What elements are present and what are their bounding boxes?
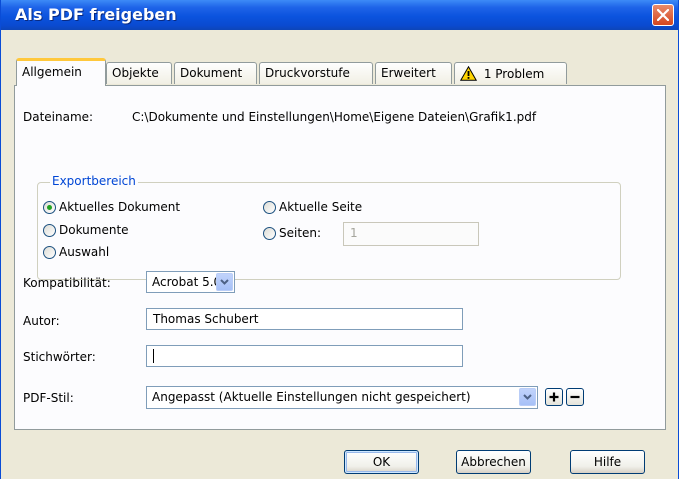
pdf-style-select[interactable]: Angepasst (Aktuelle Einstellungen nicht … — [146, 386, 538, 409]
help-button[interactable]: Hilfe — [570, 450, 645, 474]
tab-label: Druckvorstufe — [265, 66, 350, 80]
compat-value: Acrobat 5.0 — [152, 275, 222, 289]
export-range-group: Exportbereich Aktuelles Dokument Dokumen… — [37, 174, 621, 280]
radio-documents[interactable] — [43, 224, 56, 237]
tab-label: Dokument — [180, 66, 243, 80]
keywords-input[interactable] — [146, 345, 463, 367]
cancel-button[interactable]: Abbrechen — [456, 450, 531, 474]
compat-select[interactable]: Acrobat 5.0 — [146, 271, 235, 293]
author-label: Autor: — [23, 314, 60, 328]
tab-label: Objekte — [112, 66, 159, 80]
tab-erweitert[interactable]: Erweitert — [375, 62, 452, 84]
tab-druckvorstufe[interactable]: Druckvorstufe — [259, 62, 373, 84]
close-button[interactable] — [652, 4, 674, 26]
plus-icon — [549, 392, 559, 402]
ok-button[interactable]: OK — [344, 450, 419, 474]
dropdown-arrow[interactable] — [519, 388, 536, 406]
keywords-label: Stichwörter: — [23, 350, 96, 364]
tab-allgemein[interactable]: Allgemein — [16, 58, 106, 86]
group-legend: Exportbereich — [50, 174, 138, 188]
filename-label: Dateiname: — [23, 110, 94, 124]
chevron-down-icon — [523, 394, 532, 400]
pages-input[interactable]: 1 — [343, 222, 479, 246]
radio-current-document[interactable] — [43, 201, 56, 214]
dialog-window: Als PDF freigeben Allgemein Objekte Doku… — [0, 0, 679, 479]
add-style-button[interactable] — [545, 388, 563, 406]
radio-pages[interactable] — [263, 227, 276, 240]
radio-label-documents[interactable]: Dokumente — [59, 223, 129, 237]
radio-label-selection[interactable]: Auswahl — [59, 245, 109, 259]
tab-label: Erweitert — [381, 66, 436, 80]
title-bar[interactable]: Als PDF freigeben — [1, 0, 678, 30]
tab-problem[interactable]: 1 Problem — [454, 62, 567, 84]
radio-label-pages[interactable]: Seiten: — [279, 226, 321, 240]
pdf-style-value: Angepasst (Aktuelle Einstellungen nicht … — [152, 390, 471, 404]
remove-style-button[interactable] — [566, 388, 584, 406]
minus-icon — [570, 395, 580, 399]
tab-label: 1 Problem — [483, 67, 545, 81]
radio-label-current-document[interactable]: Aktuelles Dokument — [59, 200, 180, 214]
style-label: PDF-Stil: — [23, 391, 74, 405]
warning-icon — [459, 65, 478, 81]
dropdown-arrow[interactable] — [216, 273, 233, 291]
filename-value: C:\Dokumente und Einstellungen\Home\Eige… — [132, 110, 537, 124]
chevron-down-icon — [220, 279, 229, 285]
author-input[interactable]: Thomas Schubert — [146, 308, 463, 330]
radio-selection[interactable] — [43, 246, 56, 259]
close-icon — [657, 9, 669, 21]
radio-label-current-page[interactable]: Aktuelle Seite — [279, 200, 362, 214]
tab-label: Allgemein — [22, 65, 82, 79]
tab-dokument[interactable]: Dokument — [174, 62, 257, 84]
radio-current-page[interactable] — [263, 201, 276, 214]
compat-label: Kompatibilität: — [23, 276, 111, 290]
tab-panel-allgemein: Dateiname: C:\Dokumente und Einstellunge… — [14, 85, 666, 430]
tab-objekte[interactable]: Objekte — [106, 62, 172, 84]
window-title: Als PDF freigeben — [15, 5, 177, 24]
text-cursor — [153, 349, 154, 363]
